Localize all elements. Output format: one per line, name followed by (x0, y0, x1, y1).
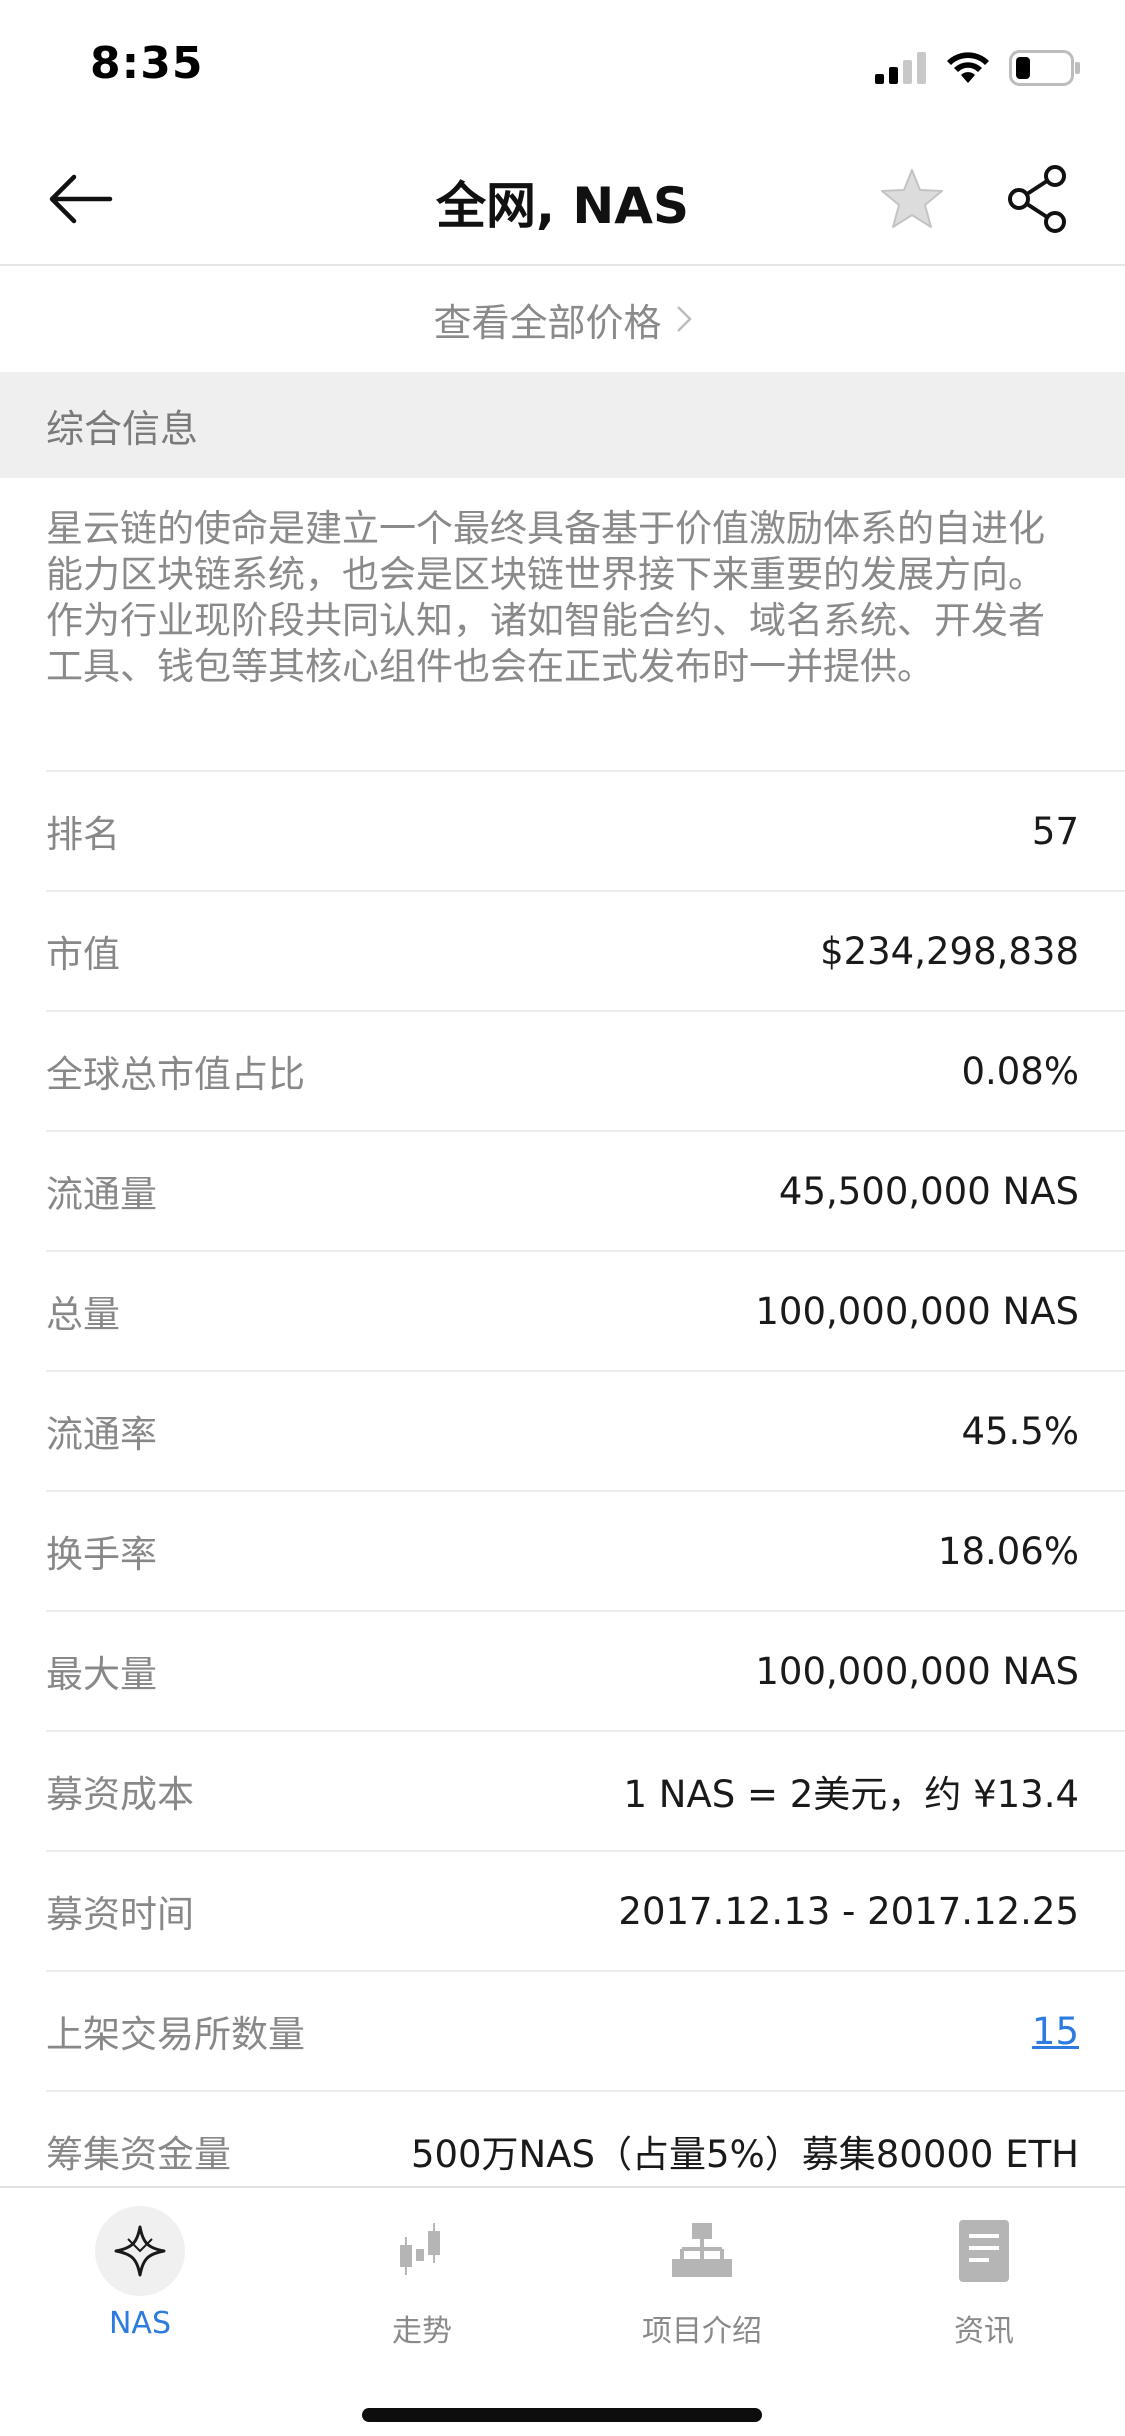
row-value: $234,298,838 (820, 929, 1079, 973)
row-label: 筹集资金量 (46, 2133, 231, 2176)
project-description: 星云链的使命是建立一个最终具备基于价值激励体系的自进化能力区块链系统，也会是区块… (46, 507, 1045, 688)
row-label: 上架交易所数量 (46, 2013, 305, 2056)
row-label: 排名 (46, 813, 120, 856)
info-row-max-supply: 最大量 100,000,000 NAS (46, 1610, 1125, 1730)
battery-icon (1009, 50, 1080, 86)
info-row-circulation-rate: 流通率 45.5% (46, 1370, 1125, 1490)
tab-label: NAS (108, 2306, 171, 2341)
row-label: 募资时间 (46, 1893, 194, 1936)
tab-bar: NAS 走势 项目介绍 资讯 (0, 2186, 1125, 2436)
info-row-total-supply: 总量 100,000,000 NAS (46, 1250, 1125, 1370)
status-icons (875, 50, 1081, 86)
row-value: 18.06% (937, 1529, 1079, 1573)
page-title: 全网, NAS (436, 177, 689, 235)
row-label: 总量 (46, 1293, 120, 1336)
info-row-market-cap: 市值 $234,298,838 (46, 890, 1125, 1010)
row-label: 募资成本 (46, 1773, 194, 1816)
chevron-right-icon (676, 306, 692, 332)
info-row-global-share: 全球总市值占比 0.08% (46, 1010, 1125, 1130)
view-all-prices-link[interactable]: 查看全部价格 (0, 268, 1125, 370)
tab-trend[interactable]: 走势 (322, 2206, 522, 2350)
tab-project-intro[interactable]: 项目介绍 (602, 2206, 802, 2350)
info-row-exchange-count: 上架交易所数量 15 (46, 1970, 1125, 2090)
star-icon (881, 169, 943, 228)
news-document-icon (939, 2206, 1029, 2296)
status-bar: 8:35 (0, 0, 1125, 132)
row-label: 市值 (46, 933, 120, 976)
exchange-count-link[interactable]: 15 (1032, 2010, 1079, 2053)
info-row-turnover-rate: 换手率 18.06% (46, 1490, 1125, 1610)
row-label: 流通率 (46, 1413, 157, 1456)
share-button[interactable] (998, 160, 1078, 238)
view-all-prices-label: 查看全部价格 (433, 300, 662, 345)
row-value: 500万NAS（占量5%）募集80000 ETH (410, 2133, 1079, 2176)
nav-bar: 全网, NAS (0, 132, 1125, 266)
nas-logo-icon (95, 2206, 185, 2296)
tab-news[interactable]: 资讯 (884, 2206, 1084, 2350)
info-row-circulating-supply: 流通量 45,500,000 NAS (46, 1130, 1125, 1250)
status-time: 8:35 (90, 38, 204, 89)
info-row-ico-period: 募资时间 2017.12.13 - 2017.12.25 (46, 1850, 1125, 1970)
tab-label: 项目介绍 (642, 2314, 762, 2349)
row-label: 全球总市值占比 (46, 1053, 305, 1096)
candlestick-chart-icon (377, 2206, 467, 2296)
row-label: 最大量 (46, 1653, 157, 1696)
row-label: 流通量 (46, 1173, 157, 1216)
row-value: 1 NAS = 2美元，约 ¥13.4 (623, 1773, 1079, 1816)
row-value: 45.5% (961, 1409, 1079, 1453)
info-row-rank: 排名 57 (46, 770, 1125, 890)
row-value: 0.08% (961, 1049, 1079, 1093)
row-label: 换手率 (46, 1533, 157, 1576)
info-list: 排名 57 市值 $234,298,838 全球总市值占比 0.08% 流通量 … (0, 770, 1125, 2210)
favorite-button[interactable] (872, 162, 952, 236)
tab-label: 走势 (392, 2314, 452, 2349)
home-indicator[interactable] (362, 2408, 762, 2422)
cellular-signal-icon (875, 52, 926, 84)
section-title: 综合信息 (46, 406, 199, 451)
row-value: 100,000,000 NAS (755, 1289, 1079, 1333)
info-row-ico-cost: 募资成本 1 NAS = 2美元，约 ¥13.4 (46, 1730, 1125, 1850)
row-value: 45,500,000 NAS (778, 1169, 1079, 1213)
row-value: 100,000,000 NAS (755, 1649, 1079, 1693)
org-chart-icon (657, 2206, 747, 2296)
section-header: 综合信息 (0, 372, 1125, 478)
row-value: 2017.12.13 - 2017.12.25 (618, 1889, 1079, 1933)
share-icon (1008, 165, 1066, 233)
row-value: 57 (1031, 809, 1079, 853)
wifi-icon (947, 52, 989, 83)
tab-nas[interactable]: NAS (40, 2206, 240, 2341)
tab-label: 资讯 (954, 2314, 1014, 2349)
